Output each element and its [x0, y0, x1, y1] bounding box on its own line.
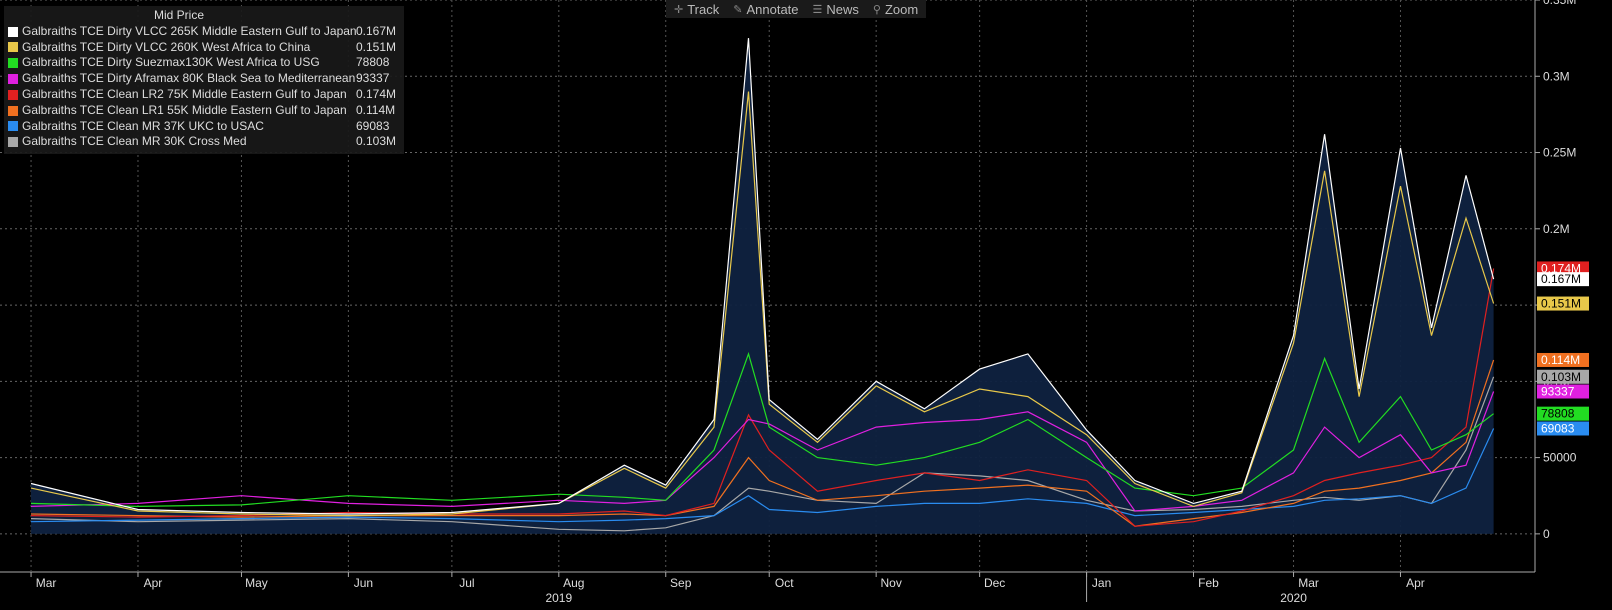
zoom-button[interactable]: ⚲ Zoom — [873, 2, 918, 17]
x-tick-label: Nov — [880, 576, 901, 590]
legend-series-value: 0.151M — [356, 39, 397, 54]
x-tick-label: Jan — [1092, 576, 1111, 590]
legend-swatch — [8, 137, 18, 148]
legend-swatch — [8, 58, 18, 69]
legend-swatch — [8, 105, 18, 116]
legend-item[interactable]: Galbraiths TCE Dirty VLCC 265K Middle Ea… — [8, 24, 400, 40]
annotate-button[interactable]: ✎ Annotate — [733, 2, 798, 17]
x-tick-label: Apr — [144, 576, 163, 590]
track-button[interactable]: ✛ Track — [674, 2, 719, 17]
x-tick-label: Jun — [354, 576, 373, 590]
crosshair-icon: ✛ — [674, 3, 684, 16]
x-tick-label: Dec — [984, 576, 1005, 590]
legend-swatch — [8, 121, 18, 132]
pencil-icon: ✎ — [733, 3, 743, 16]
y-tick-label: 50000 — [1543, 451, 1577, 465]
y-tick-label: 0.35M — [1543, 0, 1576, 7]
legend-item[interactable]: Galbraiths TCE Clean MR 30K Cross Med 0.1… — [8, 134, 400, 150]
legend-swatch — [8, 26, 18, 37]
x-tick-label: Feb — [1198, 576, 1219, 590]
legend-swatch — [8, 89, 18, 100]
legend-series-name: Galbraiths TCE Clean MR 37K UKC to USAC — [22, 118, 264, 133]
x-tick-label: Jul — [459, 576, 474, 590]
legend-item[interactable]: Galbraiths TCE Clean LR2 75K Middle East… — [8, 87, 400, 103]
legend-item[interactable]: Galbraiths TCE Clean LR1 55K Middle East… — [8, 103, 400, 119]
last-value-label: 93337 — [1541, 384, 1575, 398]
x-tick-label: Apr — [1406, 576, 1425, 590]
x-tick-label: Oct — [775, 576, 794, 590]
x-tick-label: Mar — [36, 576, 57, 590]
chart-legend: Mid Price Galbraiths TCE Dirty VLCC 265K… — [4, 6, 404, 155]
legend-series-name: Galbraiths TCE Dirty Suezmax130K West Af… — [22, 55, 320, 70]
chart-toolbar: ✛ Track ✎ Annotate ☰ News ⚲ Zoom — [666, 0, 927, 18]
last-value-label: 69083 — [1541, 421, 1575, 435]
y-tick-label: 0.2M — [1543, 222, 1570, 236]
last-value-label: 0.151M — [1541, 297, 1581, 311]
year-label: 2020 — [1280, 591, 1307, 605]
legend-series-name: Galbraiths TCE Clean MR 30K Cross Med — [22, 134, 247, 149]
y-tick-label: 0.3M — [1543, 69, 1570, 83]
legend-item[interactable]: Galbraiths TCE Clean MR 37K UKC to USAC 6… — [8, 119, 400, 135]
annotate-label: Annotate — [746, 1, 799, 17]
zoom-label: Zoom — [884, 1, 919, 17]
legend-series-name: Galbraiths TCE Dirty Aframax 80K Black S… — [22, 71, 356, 86]
legend-series-value: 69083 — [356, 118, 390, 133]
legend-series-value: 93337 — [356, 71, 390, 86]
last-value-label: 78808 — [1541, 407, 1575, 421]
news-label: News — [826, 1, 859, 17]
legend-item[interactable]: Galbraiths TCE Dirty VLCC 260K West Afri… — [8, 40, 400, 56]
y-tick-label: 0 — [1543, 527, 1550, 541]
x-tick-label: Mar — [1298, 576, 1319, 590]
legend-series-name: Galbraiths TCE Clean LR2 75K Middle East… — [22, 86, 347, 101]
legend-series-value: 0.114M — [356, 102, 396, 117]
legend-series-name: Galbraiths TCE Clean LR1 55K Middle East… — [22, 102, 347, 117]
legend-item[interactable]: Galbraiths TCE Dirty Suezmax130K West Af… — [8, 55, 400, 71]
news-button[interactable]: ☰ News — [813, 2, 859, 17]
legend-series-value: 0.167M — [356, 23, 397, 38]
legend-swatch — [8, 74, 18, 85]
legend-swatch — [8, 42, 18, 53]
x-tick-label: May — [245, 576, 268, 590]
legend-series-name: Galbraiths TCE Dirty VLCC 265K Middle Ea… — [22, 23, 356, 38]
x-tick-label: Sep — [670, 576, 692, 590]
legend-series-value: 78808 — [356, 55, 390, 70]
legend-item[interactable]: Galbraiths TCE Dirty Aframax 80K Black S… — [8, 71, 400, 87]
last-value-label: 0.114M — [1541, 353, 1580, 367]
y-tick-label: 0.25M — [1543, 146, 1576, 160]
year-label: 2019 — [545, 591, 572, 605]
last-value-label: 0.167M — [1541, 272, 1581, 286]
x-tick-label: Aug — [563, 576, 584, 590]
news-icon: ☰ — [812, 3, 823, 16]
legend-series-value: 0.103M — [356, 134, 397, 149]
legend-series-name: Galbraiths TCE Dirty VLCC 260K West Afri… — [22, 39, 311, 54]
legend-title: Mid Price — [153, 8, 204, 22]
track-label: Track — [687, 1, 720, 17]
magnifier-icon: ⚲ — [872, 3, 881, 16]
legend-series-value: 0.174M — [356, 86, 397, 101]
last-value-label: 0.103M — [1541, 370, 1581, 384]
